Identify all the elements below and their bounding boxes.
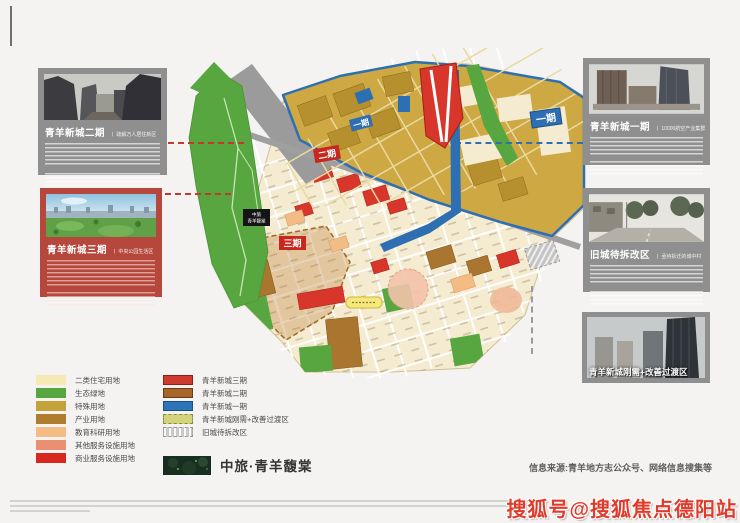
legend-row: 青羊新城一期: [163, 401, 289, 411]
card-phase2: 青羊新城二期 丨 疏解万人居住新区: [38, 68, 167, 175]
legend-row: 特殊用地: [36, 401, 135, 411]
map-label-phase3: 三期: [279, 236, 306, 250]
svg-text:青羊馥棠: 青羊馥棠: [248, 218, 266, 225]
fine-print-lines: [10, 500, 530, 502]
legend-label: 商业服务设施用地: [75, 453, 135, 464]
legend-swatch: [36, 440, 66, 450]
body-text-placeholder: [590, 265, 703, 285]
legend-row: 商业服务设施用地: [36, 453, 135, 463]
legend-row: 生态绿地: [36, 388, 135, 398]
card-oldtown: 旧城待拆改区 丨 亟待拆迁的城中村: [583, 188, 710, 292]
photo-phase3-park: [46, 194, 156, 237]
map-label-phase1: 一期: [530, 108, 562, 128]
card-title: 青羊新城一期: [590, 119, 650, 133]
legend-label: 其他服务设施用地: [75, 440, 135, 451]
fine-print-lines: [10, 505, 510, 507]
connector-phase1: [455, 142, 583, 144]
planning-map: 一期 一期 二期 三期 中旅 青羊馥棠: [165, 48, 590, 378]
photo-phase1-offices: [589, 64, 704, 114]
poster-canvas: 一期 一期 二期 三期 中旅 青羊馥棠: [0, 0, 740, 523]
legend-label: 产业用地: [75, 414, 105, 425]
legend-swatch: [163, 427, 193, 437]
body-text-placeholder: [47, 292, 155, 307]
legend-swatch: [36, 388, 66, 398]
watermark-text: 搜狐号@搜狐焦点德阳站: [506, 493, 737, 522]
legend-label: 特殊用地: [75, 401, 105, 412]
legend-swatch: [36, 427, 66, 437]
legend-swatch: [36, 375, 66, 385]
legend-row: 旧城待拆改区: [163, 427, 289, 437]
card-title: 旧城待拆改区: [590, 247, 650, 261]
legend-swatch: [36, 453, 66, 463]
legend-row: 青羊新城二期: [163, 388, 289, 398]
card-phase3: 青羊新城三期 丨 中央公园生活区: [40, 188, 162, 297]
body-text-placeholder: [590, 161, 703, 177]
legend-label: 青羊新城三期: [202, 375, 247, 386]
card-subtitle: 丨 中央公园生活区: [112, 248, 153, 255]
connector-phase3: [165, 193, 231, 195]
legend-row: 青羊新城三期: [163, 375, 289, 385]
legend-swatch: [163, 375, 193, 385]
legend-swatch: [163, 388, 193, 398]
brand-logo-image: [163, 456, 211, 475]
map-project-marker: 中旅 青羊馥棠: [243, 209, 270, 226]
legend-label: 教育科研用地: [75, 427, 120, 438]
legend-zones: 青羊新城三期 青羊新城二期 青羊新城一期 青羊新城刚需+改善过渡区 旧城待拆改区: [163, 375, 289, 440]
photo-oldtown-street: [589, 194, 704, 242]
photo-phase2-city: [44, 74, 161, 120]
body-text-placeholder: [47, 260, 155, 286]
card-phase1: 青羊新城一期 丨 10000航空产业集群: [583, 58, 710, 165]
svg-text:中旅: 中旅: [252, 211, 261, 218]
legend-swatch: [163, 414, 193, 424]
legend-label: 青羊新城刚需+改善过渡区: [202, 414, 289, 425]
legend-land-use: 二类住宅用地 生态绿地 特殊用地 产业用地 教育科研用地 其他服务设施用地 商业…: [36, 375, 135, 466]
map-salmon-zone: [490, 287, 522, 313]
legend-swatch: [163, 401, 193, 411]
legend-label: 二类住宅用地: [75, 375, 120, 386]
svg-text:三期: 三期: [283, 238, 301, 249]
brand-logo-row: 中旅·青羊馥棠: [163, 455, 313, 475]
legend-row: 产业用地: [36, 414, 135, 424]
legend-row: 教育科研用地: [36, 427, 135, 437]
map-yellow-label: [346, 297, 382, 308]
brand-logo-text: 中旅·青羊馥棠: [220, 455, 313, 475]
body-text-placeholder: [45, 173, 160, 186]
legend-label: 生态绿地: [75, 388, 105, 399]
source-note: 信息来源:青羊地方志公众号、网络信息搜集等: [529, 461, 712, 474]
card-title: 青羊新城三期: [47, 242, 107, 256]
map-pink-circle-zone: [388, 269, 428, 309]
legend-label: 旧城待拆改区: [202, 427, 247, 438]
legend-label: 青羊新城二期: [202, 388, 247, 399]
page-edge-line: [10, 6, 12, 46]
card-subtitle: 丨 10000航空产业集群: [655, 125, 705, 132]
card-subtitle: 丨 疏解万人居住新区: [110, 131, 156, 138]
body-text-placeholder: [590, 291, 703, 305]
fine-print-lines: [10, 510, 90, 512]
card-title: 青羊新城二期: [45, 125, 105, 139]
legend-label: 青羊新城一期: [202, 401, 247, 412]
card-caption: 青羊新城刚需+改善过渡区: [589, 366, 687, 378]
body-text-placeholder: [45, 143, 160, 167]
connector-phase2: [168, 142, 244, 144]
legend-swatch: [36, 401, 66, 411]
legend-row: 青羊新城刚需+改善过渡区: [163, 414, 289, 424]
connector-transition: [531, 286, 533, 354]
legend-row: 其他服务设施用地: [36, 440, 135, 450]
card-subtitle: 丨 亟待拆迁的城中村: [655, 253, 701, 260]
legend-row: 二类住宅用地: [36, 375, 135, 385]
card-transition: 青羊新城刚需+改善过渡区: [582, 312, 710, 383]
body-text-placeholder: [590, 137, 703, 155]
legend-swatch: [36, 414, 66, 424]
